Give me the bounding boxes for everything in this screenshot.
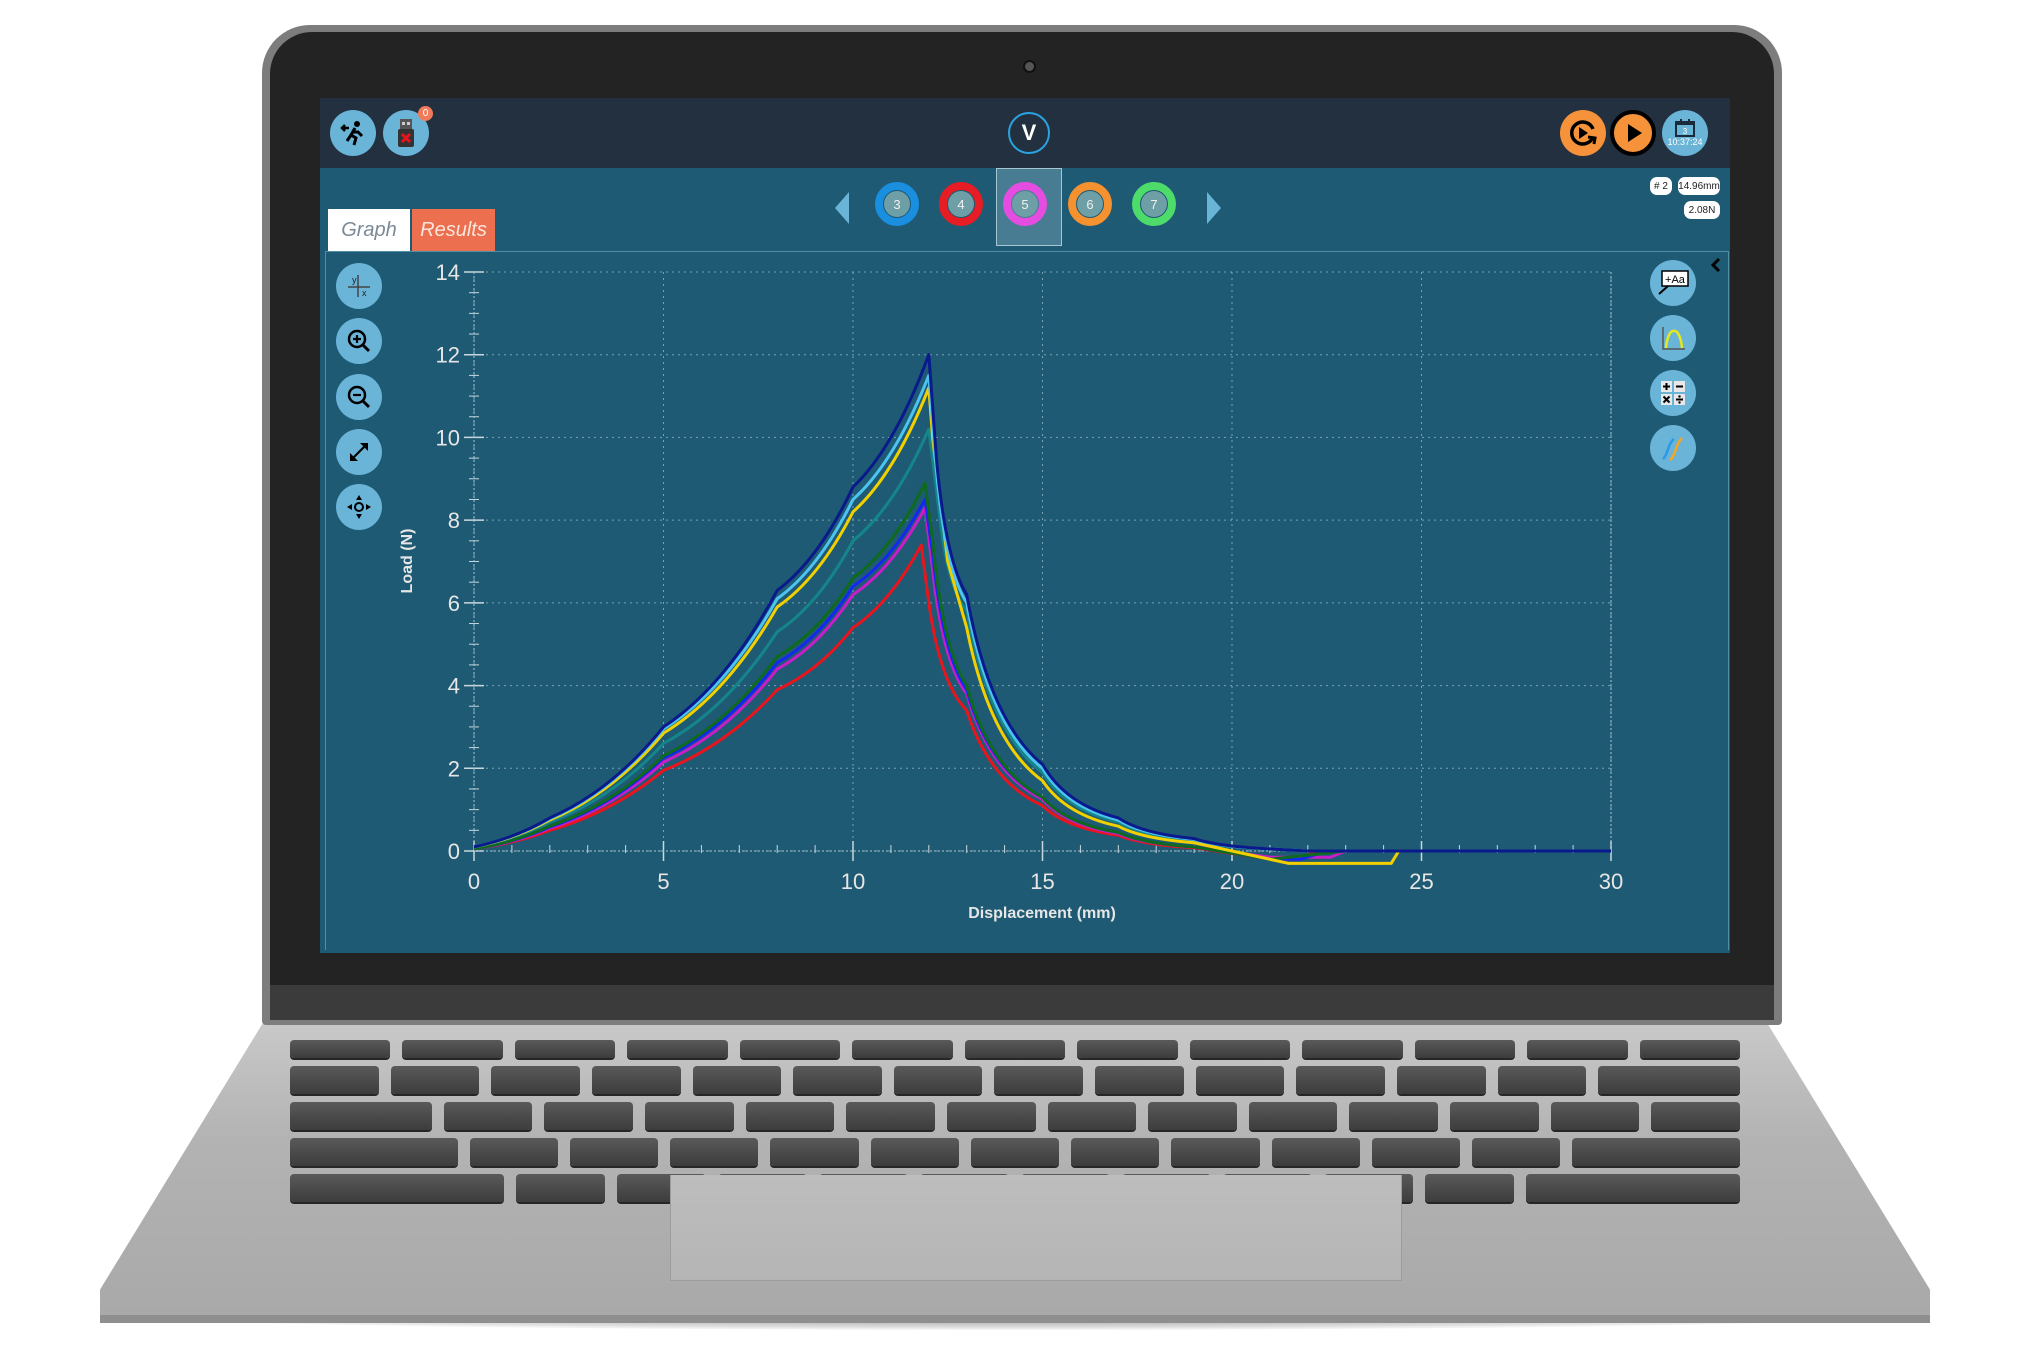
y-tick-label: 4 (448, 674, 460, 699)
x-tick-label: 15 (1030, 869, 1054, 894)
x-tick-label: 20 (1220, 869, 1244, 894)
load-displacement-chart: 0 5 10 15 20 25 30 0 2 4 6 8 10 12 14 Displacement (mm… (399, 260, 1623, 922)
series-line-green (473, 481, 1611, 861)
y-tick-label: 10 (436, 425, 460, 450)
x-tick-label: 30 (1599, 869, 1623, 894)
y-tick-label: 0 (448, 839, 460, 864)
chart-axes (464, 271, 1612, 861)
x-axis-label: Displacement (mm) (968, 905, 1116, 922)
y-tick-label: 2 (448, 756, 460, 781)
series-line-teal (473, 427, 1611, 853)
y-tick-label: 6 (448, 591, 460, 616)
x-tick-label: 10 (841, 869, 865, 894)
x-tick-label: 0 (468, 869, 480, 894)
x-tick-label: 25 (1409, 869, 1433, 894)
x-tick-label: 5 (657, 869, 669, 894)
y-axis-label: Load (N) (399, 529, 416, 594)
y-tick-label: 12 (436, 343, 460, 368)
y-tick-label: 8 (448, 508, 460, 533)
y-tick-label: 14 (436, 260, 460, 285)
